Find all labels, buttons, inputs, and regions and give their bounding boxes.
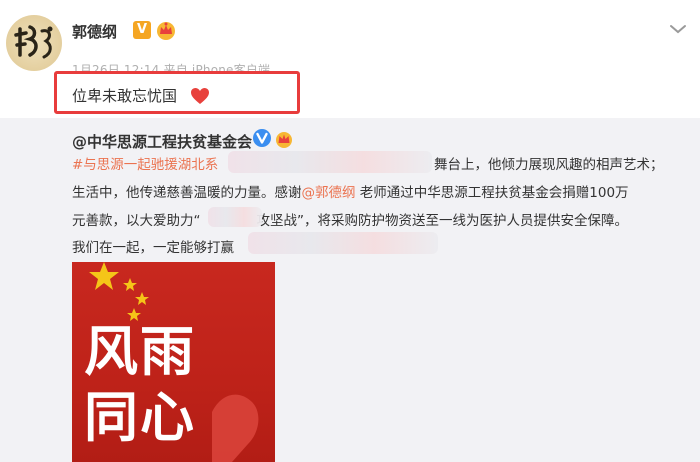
crown-icon[interactable] [274,129,294,149]
repost-text-line: 舞台上，他倾力展现风趣的相声艺术； [434,157,664,173]
blurred-text [228,151,432,173]
author-name[interactable]: 郭德纲 [72,21,117,42]
repost-text-line: 生活中，他传递慈善温暖的力量。感谢@郭德纲 老师通过中华思源工程扶贫基金会捐赠1… [72,181,629,201]
hashtag-link[interactable]: #与思源一起驰援湖北系 [72,157,218,173]
blurred-text [248,232,438,254]
repost-text-line: 元善款，以大爱助力“ 攻坚战”，将采购防护物资送至一线为医护人员提供安全保障。 [72,209,628,229]
crown-icon[interactable] [155,19,177,41]
repost-text: 元善款，以大爱助力“ [72,213,201,229]
poster-title-line: 同心 [84,386,196,449]
repost-text-line: 我们在一起，一定能够打赢 [72,240,234,256]
repost-text: 生活中，他传递慈善温暖的力量。感谢 [72,185,302,201]
avatar[interactable] [6,15,62,71]
orange-v-icon: V [133,21,151,39]
poster-title-line: 风雨 [84,320,196,383]
repost-text: 老师通过中华思源工程扶贫基金会捐赠100万 [355,185,629,201]
heart-icon [191,88,209,104]
chevron-down-icon[interactable] [668,22,688,36]
mention-link[interactable]: @郭德纲 [302,185,356,201]
original-post: 郭德纲 V 1月26日 12:14 来自 iPhone客户端 位卑未敢忘忧国 [0,0,700,118]
blurred-text [208,207,262,227]
poster-image[interactable]: 风雨 同心 [72,262,275,462]
repost-author[interactable]: @中华思源工程扶贫基金会 [72,131,252,152]
blue-v-icon [253,129,271,147]
post-text: 位卑未敢忘忧国 [72,87,178,105]
repost-text-line: #与思源一起驰援湖北系 [72,153,218,173]
calligraphy-logo-icon [14,25,53,59]
repost-text: 攻坚战”，将采购防护物资送至一线为医护人员提供安全保障。 [256,213,629,229]
